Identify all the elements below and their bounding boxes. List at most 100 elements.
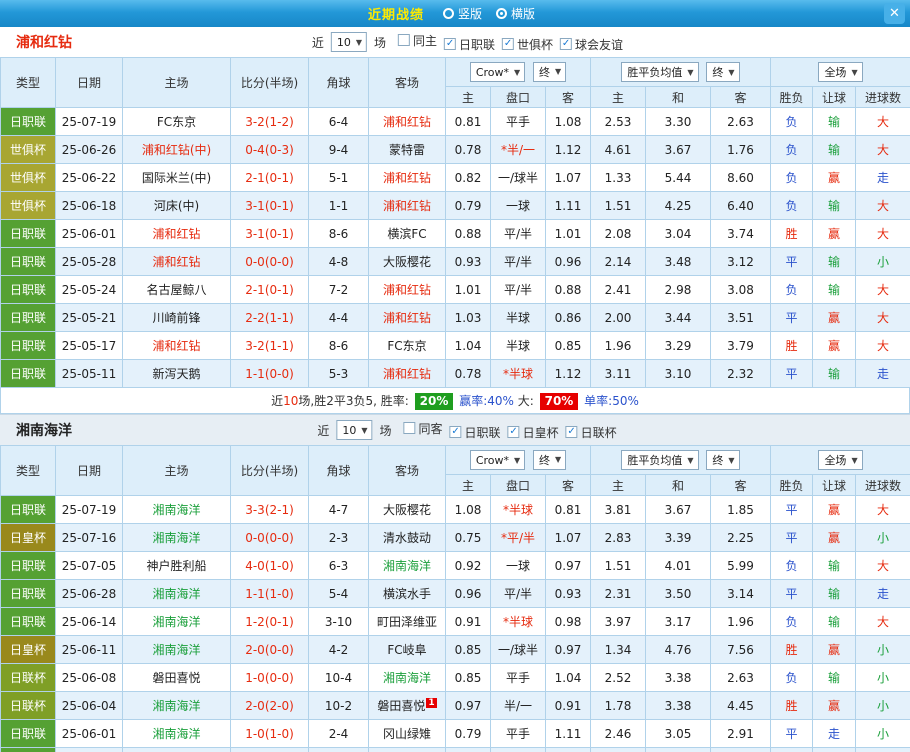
home-team: 磐田喜悦 [122,663,231,692]
away-team: 浦和红钻 [368,107,446,136]
home-team: 浦和红钻 [122,219,231,248]
corner-score: 5-4 [308,579,369,608]
match-count-select[interactable]: 10 ▼ [330,32,367,52]
recent-results-panel: 近期战绩 竖版 横版 ✕ 浦和红钻 近 10 ▼ 场 同主 ✓ 日职联 ✓ 世俱杯 ✓ 球会… [0,0,910,752]
bookmaker-value: Crow* [475,65,510,79]
chevron-down-icon: ▼ [687,67,694,77]
asian-stage-select[interactable]: 终 ▼ [533,61,567,82]
filter-checkbox-日皇杯[interactable]: ✓ 日皇杯 [507,424,559,441]
asian-odds-group-header: Crow* ▼ 终 ▼ [445,445,591,475]
checkbox-checked-icon[interactable]: ✓ [444,38,457,50]
filter-checkbox-日联杯[interactable]: ✓ 日联杯 [565,424,617,441]
filter-checkbox-日职联[interactable]: ✓ 日职联 [449,424,501,441]
euro-stage-select[interactable]: 终 ▼ [706,62,740,82]
euro-avg-select[interactable]: 胜平负均值 ▼ [621,62,699,82]
result-handicap: 输 [812,551,856,580]
asian-home-odds: 0.97 [445,691,491,720]
result-goals: 大 [854,107,910,136]
asian-handicap: 半球 [490,331,546,360]
checkbox-checked-icon[interactable]: ✓ [449,426,462,438]
asian-away-odds: 1.04 [545,663,591,692]
asian-away-odds: 1.11 [545,719,591,748]
euro-home-odds: 2.00 [590,303,646,332]
match-count-select[interactable]: 10 ▼ [336,420,373,440]
bookmaker-select[interactable]: Crow* ▼ [469,450,526,471]
result-wdl: 平 [770,719,813,748]
filter-checkbox-同主[interactable]: 同主 [398,32,437,49]
asian-handicap: 半/一 [490,691,546,720]
home-team: 名古屋鲸八 [122,275,231,304]
result-handicap: 输 [812,247,856,276]
layout-radio-vertical[interactable]: 竖版 [442,5,482,22]
chevron-down-icon: ▼ [355,37,362,47]
chevron-down-icon: ▼ [555,455,562,465]
big-label: 大: [517,394,534,408]
col-euro-home: 主 [590,474,646,496]
chevron-down-icon: ▼ [728,67,735,77]
close-icon[interactable]: ✕ [884,3,905,24]
checkbox-checked-icon[interactable]: ✓ [507,426,520,438]
bookmaker-value: Crow* [475,453,510,467]
asian-handicap: 平/半 [490,275,546,304]
filter-checkbox-球会友谊[interactable]: ✓ 球会友谊 [560,36,623,53]
home-team: 国际米兰(中) [122,163,231,192]
big-rate-badge: 70% [539,393,579,410]
euro-draw-odds: 3.10 [645,359,711,388]
league-badge: 日职联 [0,107,56,136]
single-rate: 单率:50% [584,394,639,408]
league-badge: 世俱杯 [0,191,56,220]
filter-checkbox-日职联[interactable]: ✓ 日职联 [444,36,495,53]
match-count-value: 10 [342,423,357,437]
asian-handicap: 平/半 [490,579,546,608]
filter-label: 同客 [418,421,443,436]
layout-radio-horizontal[interactable]: 横版 [496,5,535,22]
checkbox-checked-icon[interactable]: ✓ [560,38,573,50]
result-wdl: 负 [770,163,813,192]
asian-handicap: 平手 [490,663,546,692]
league-badge: 日联杯 [0,663,56,692]
euro-home-odds: 2.41 [590,275,646,304]
euro-away-odds: 3.14 [710,579,771,608]
checkbox-checked-icon[interactable]: ✓ [565,426,578,438]
euro-home-odds: 1.34 [590,635,646,664]
filter-label: 日职联 [464,425,501,440]
asian-home-odds: 1.04 [445,331,491,360]
result-goals: 大 [854,275,910,304]
checkbox-checked-icon[interactable]: ✓ [502,38,515,50]
euro-home-odds: 2.31 [590,579,646,608]
match-score: 0-4(0-3) [230,135,309,164]
euro-away-odds: 2.63 [710,107,771,136]
asian-away-odds: 1.07 [545,163,591,192]
away-team: FC岐阜 [368,635,446,664]
result-goals: 大 [854,747,910,752]
corner-score: 10-2 [308,691,369,720]
filter-checkbox-同客[interactable]: 同客 [403,420,443,437]
euro-away-odds: 1.76 [710,135,771,164]
matches-table-away: 类型 日期 主场 比分(半场) 角球 客场 Crow* ▼ 终 ▼ 胜平负均值 ▼ 终… [0,445,910,752]
euro-stage-select[interactable]: 终 ▼ [706,450,740,470]
match-date: 25-06-18 [55,191,123,220]
radio-label: 竖版 [457,7,482,21]
result-goals: 走 [854,163,910,192]
asian-stage-select[interactable]: 终 ▼ [533,449,567,470]
team-rank-badge: 1 [426,698,437,708]
asian-away-odds: 0.96 [545,247,591,276]
team-title-1: 湘南海洋 [16,423,72,439]
checkbox-icon[interactable] [403,422,416,434]
corner-score: 3-10 [308,607,369,636]
fulltime-select[interactable]: 全场 ▼ [818,450,863,470]
euro-home-odds: 2.53 [590,107,646,136]
euro-away-odds: 3.08 [710,275,771,304]
league-badge: 日职联 [0,247,56,276]
summary-count: 10 [283,394,299,408]
col-type: 类型 [0,57,56,108]
euro-avg-select[interactable]: 胜平负均值 ▼ [621,450,699,470]
home-team: 湘南海洋 [122,719,231,748]
stage-value: 终 [712,66,724,79]
fulltime-value: 全场 [824,66,847,79]
match-date: 25-05-24 [55,275,123,304]
checkbox-icon[interactable] [398,34,411,46]
filter-checkbox-世俱杯[interactable]: ✓ 世俱杯 [502,36,553,53]
fulltime-select[interactable]: 全场 ▼ [818,62,863,82]
bookmaker-select[interactable]: Crow* ▼ [469,62,526,83]
